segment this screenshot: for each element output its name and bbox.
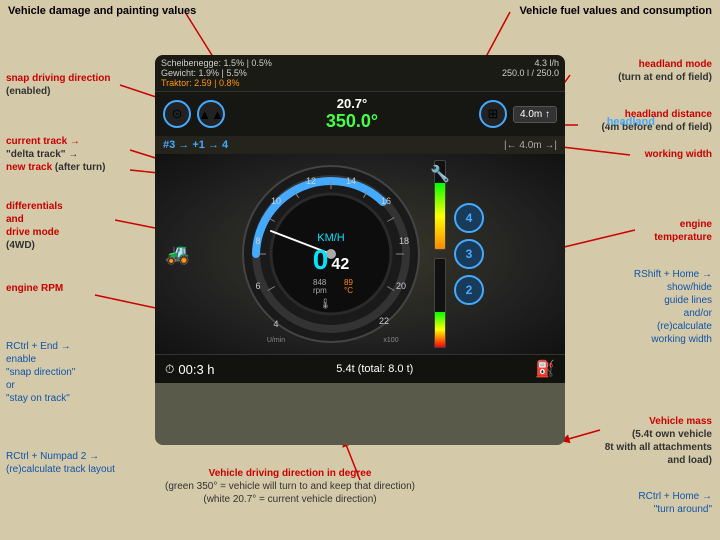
gear-2-button[interactable]: 2 (454, 275, 484, 305)
svg-text:🌡: 🌡 (319, 298, 332, 310)
top-right-title: Vehicle fuel values and consumption (519, 4, 712, 18)
speedo-area: 4 6 8 10 12 14 16 18 20 22 U/min x100 84… (155, 154, 565, 354)
fuel-bar (434, 258, 446, 348)
timer-display: 00:3 h (178, 362, 214, 377)
center-display: KM/H 0 42 (313, 232, 349, 276)
track-mode-icon[interactable]: ▲▲ (197, 100, 225, 128)
angle-display: 20.7° 350.0° (225, 96, 479, 132)
rctrl-home-label: RCtrl + Home →"turn around" (638, 490, 712, 516)
mass-display: 5.4t (total: 8.0 t) (215, 363, 536, 375)
svg-text:8: 8 (255, 236, 260, 246)
svg-text:20: 20 (396, 281, 406, 291)
damage-info: Scheibenegge: 1.5% | 0.5% Gewicht: 1.9% … (161, 58, 272, 88)
working-width-display: 4.0m ↑ (513, 106, 557, 123)
wrench-icon: 🔧 (430, 164, 450, 184)
gear-4-button[interactable]: 4 (454, 203, 484, 233)
svg-text:10: 10 (271, 196, 281, 206)
fuel-icon: ⛽ (535, 359, 555, 379)
gauge-container: 4 6 8 10 12 14 16 18 20 22 U/min x100 84… (236, 159, 426, 349)
svg-text:18: 18 (399, 236, 409, 246)
vehicle-mass-label: Vehicle mass(5.4t own vehicle8t with all… (605, 415, 712, 467)
svg-text:4: 4 (273, 319, 278, 329)
headland-icon[interactable]: ⊞ (479, 100, 507, 128)
differentials-label: differentialsanddrive mode(4WD) (6, 200, 63, 252)
headland-text-label: headland (607, 116, 655, 128)
svg-text:16: 16 (381, 196, 391, 206)
svg-text:22: 22 (379, 316, 389, 326)
working-width-label: working width (645, 148, 712, 161)
right-track-icons: ⊞ 4.0m ↑ (479, 100, 557, 128)
dashboard: Scheibenegge: 1.5% | 0.5% Gewicht: 1.9% … (155, 55, 565, 445)
rshift-home-label: RShift + Home →show/hideguide linesand/o… (634, 268, 712, 346)
track-num-bar: #3 → +1 → 4 |← 4.0m →| (155, 137, 565, 154)
bottom-bar: ⏱ 00:3 h 5.4t (total: 8.0 t) ⛽ (155, 354, 565, 383)
current-track-label: current track →"delta track" →new track … (6, 135, 105, 174)
gear-3-button[interactable]: 3 (454, 239, 484, 269)
hud-top-bar: Scheibenegge: 1.5% | 0.5% Gewicht: 1.9% … (155, 55, 565, 92)
svg-text:rpm: rpm (313, 286, 327, 295)
svg-text:6: 6 (255, 281, 260, 291)
vehicle-icon: 🚜 (165, 242, 190, 267)
engine-rpm-label: engine RPM (6, 282, 63, 295)
engine-temp-label: enginetemperature (654, 218, 712, 244)
gauge-bars (434, 160, 446, 348)
track-icons: ⊙ ▲▲ (163, 100, 225, 128)
top-left-title: Vehicle damage and painting values (8, 4, 196, 18)
snap-icon[interactable]: ⊙ (163, 100, 191, 128)
vehicle-direction-label: Vehicle driving direction in degree (gre… (165, 467, 415, 506)
rctrl-end-label: RCtrl + End →enable"snap direction"or"st… (6, 340, 75, 405)
fuel-info: 4.3 l/h 250.0 l / 250.0 (502, 58, 559, 88)
gear-buttons: 4 3 2 (454, 203, 484, 305)
svg-text:U/min: U/min (267, 337, 285, 344)
snap-driving-label: snap driving direction(enabled) (6, 72, 110, 98)
track-bar: ⊙ ▲▲ 20.7° 350.0° ⊞ 4.0m ↑ (155, 92, 565, 137)
svg-text:x100: x100 (383, 337, 398, 344)
svg-text:12: 12 (306, 176, 316, 186)
svg-text:°C: °C (344, 286, 353, 295)
rctrl-numpad2-label: RCtrl + Numpad 2 →(re)calculate track la… (6, 450, 115, 476)
headland-mode-label: headland mode(turn at end of field) (618, 58, 712, 84)
timer-icon: ⏱ (165, 362, 174, 377)
svg-text:14: 14 (346, 176, 356, 186)
